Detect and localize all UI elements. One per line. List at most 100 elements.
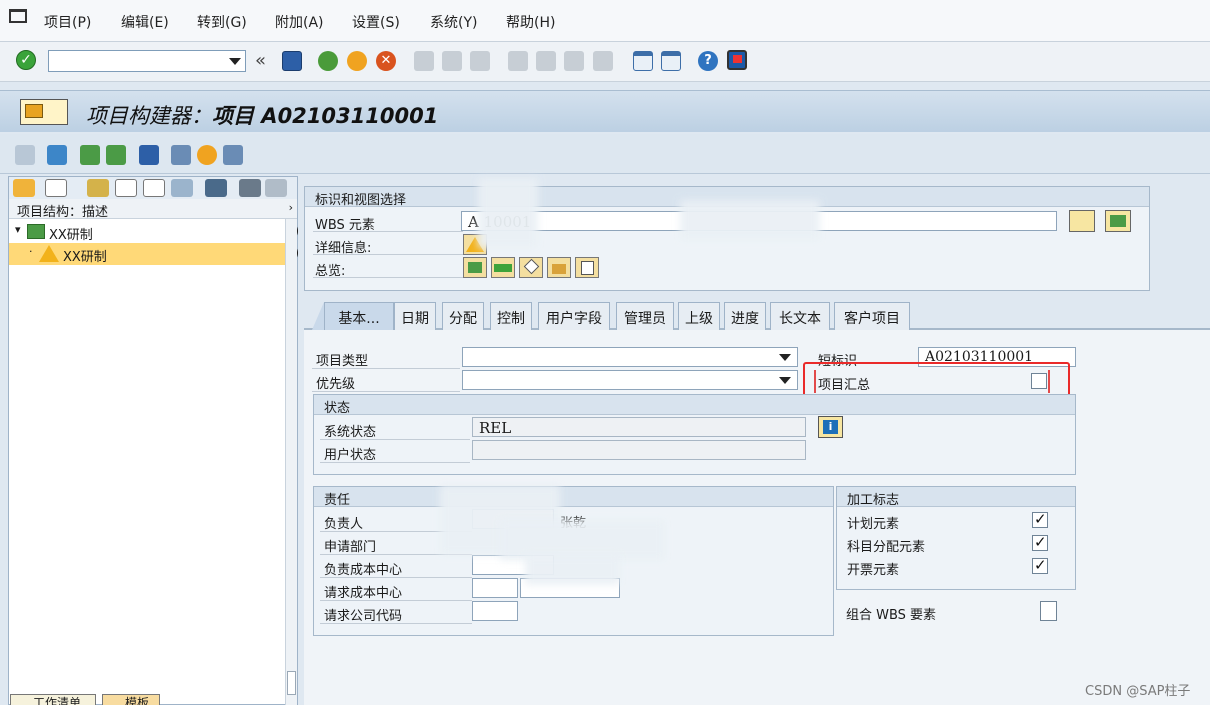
hierarchy-icon[interactable] (80, 145, 100, 165)
glasses-toggle-icon[interactable] (15, 145, 35, 165)
watermark: CSDN @SAP柱子 (1085, 684, 1191, 699)
overview-label: 总览: (315, 264, 346, 279)
tab-long-text[interactable]: 长文本 (770, 302, 830, 330)
status-info-icon[interactable]: i (818, 416, 843, 438)
billing-element-checkbox[interactable] (1032, 556, 1048, 574)
menu-system[interactable]: 系统(Y) (430, 12, 477, 32)
company-code-field[interactable] (472, 601, 518, 621)
help-icon[interactable]: ? (698, 51, 718, 71)
edit-wbs-icon[interactable] (1069, 210, 1095, 232)
priority-select[interactable] (462, 370, 798, 390)
tab-template[interactable]: 模板 (102, 694, 160, 705)
account-assignment-checkbox[interactable] (1032, 533, 1048, 551)
menu-extras[interactable]: 附加(A) (275, 12, 324, 32)
chevron-down-icon[interactable] (229, 58, 241, 65)
next-page-icon[interactable] (564, 51, 584, 71)
project-type-select[interactable] (462, 347, 798, 367)
overview-activity-icon[interactable] (547, 257, 571, 278)
wbs-element-icon (39, 245, 59, 262)
new-session-icon[interactable] (633, 51, 653, 71)
overview-hierarchy-icon[interactable] (463, 257, 487, 278)
cut-icon[interactable] (87, 179, 109, 197)
planning-element-checkbox[interactable] (1032, 510, 1048, 528)
tab-administration[interactable]: 管理员 (616, 302, 674, 330)
account-assignment-label: 科目分配元素 (847, 540, 926, 555)
tab-worklist[interactable]: 工作清单 (10, 694, 96, 705)
tab-superior[interactable]: 上级 (678, 302, 720, 330)
tree-row-wbs[interactable]: · XX研制 A( (9, 243, 301, 265)
tab-dates[interactable]: 日期 (394, 302, 436, 330)
find-next-icon[interactable] (470, 51, 490, 71)
cancel-icon[interactable]: ✕ (376, 51, 396, 71)
tab-basic[interactable]: 基本... (324, 302, 394, 330)
structure-icon[interactable] (106, 145, 126, 165)
menu-goto[interactable]: 转到(G) (197, 12, 247, 32)
paste-icon[interactable] (143, 179, 165, 197)
tab-strip-slant (312, 302, 324, 330)
overview-milestone-icon[interactable] (519, 257, 543, 278)
network-icon[interactable] (139, 145, 159, 165)
command-field[interactable] (48, 50, 246, 72)
menu-edit[interactable]: 编辑(E) (121, 12, 169, 32)
open-folder-icon[interactable] (13, 179, 35, 197)
wbs-label: WBS 元素 (315, 218, 375, 233)
processing-group-title: 加工标志 (837, 487, 1075, 508)
layout-menu-icon[interactable] (727, 50, 747, 70)
enter-check-icon[interactable]: ✓ (16, 50, 36, 70)
find-icon[interactable] (442, 51, 462, 71)
trash-icon[interactable] (205, 179, 227, 197)
req-cost-center-field[interactable] (472, 578, 518, 598)
system-status-label: 系统状态 (324, 425, 377, 440)
previous-page-icon[interactable] (536, 51, 556, 71)
undo-icon[interactable] (171, 179, 193, 197)
grouping-wbs-checkbox[interactable] (1040, 601, 1057, 621)
tree-scrollbar[interactable] (285, 219, 297, 705)
save-icon[interactable] (282, 51, 302, 71)
responsibility-group-title: 责任 (314, 487, 833, 508)
project-type-label: 项目类型 (316, 354, 369, 369)
tab-customer-project[interactable]: 客户项目 (834, 302, 910, 330)
company-code-label: 请求公司代码 (324, 609, 403, 624)
chevron-down-icon[interactable] (779, 354, 791, 361)
overview-document-icon[interactable] (575, 257, 599, 278)
where-used-icon[interactable] (47, 145, 67, 165)
last-page-icon[interactable] (593, 51, 613, 71)
tab-user-fields[interactable]: 用户字段 (538, 302, 610, 330)
shortcut-icon[interactable] (661, 51, 681, 71)
tab-assignments[interactable]: 分配 (442, 302, 484, 330)
tab-progress[interactable]: 进度 (724, 302, 766, 330)
display-change-icon[interactable] (20, 99, 68, 125)
processing-group: 加工标志 计划元素 科目分配元素 开票元素 (836, 486, 1076, 590)
tree-column-header: 项目结构：描述 › (9, 199, 297, 220)
privacy-blur (525, 555, 620, 585)
first-page-icon[interactable] (508, 51, 528, 71)
edit-document-icon[interactable] (171, 145, 191, 165)
window-menu-icon[interactable] (9, 9, 27, 23)
recurring-icon[interactable] (197, 145, 217, 165)
exit-icon[interactable] (347, 51, 367, 71)
system-toolbar: ✓ « ✕ ? (0, 42, 1210, 82)
print-icon[interactable] (414, 51, 434, 71)
status-group: 状态 系统状态 REL i 用户状态 (313, 394, 1076, 475)
req-cost-center-label: 请求成本中心 (324, 586, 403, 601)
copy-icon[interactable] (115, 179, 137, 197)
menu-help[interactable]: 帮助(H) (506, 12, 555, 32)
menu-project[interactable]: 项目(P) (44, 12, 91, 32)
wbs-graphic-icon[interactable] (1105, 210, 1131, 232)
new-document-icon[interactable] (45, 179, 67, 197)
back-icon[interactable] (318, 51, 338, 71)
tree-row-project[interactable]: ▾ XX研制 A( (9, 221, 301, 243)
overview-bar-icon[interactable] (491, 257, 515, 278)
collapse-command-icon[interactable]: « (255, 50, 266, 71)
chevron-right-icon[interactable]: › (289, 201, 293, 214)
tab-control[interactable]: 控制 (490, 302, 532, 330)
chevron-down-icon[interactable] (779, 377, 791, 384)
tree-row-label: XX研制 (49, 228, 93, 243)
search-next-icon[interactable] (265, 179, 287, 197)
planning-element-label: 计划元素 (847, 517, 900, 532)
privacy-blur (478, 178, 538, 248)
menu-settings[interactable]: 设置(S) (352, 12, 400, 32)
tree-expand-icon[interactable]: ▾ (15, 223, 21, 236)
search-icon[interactable] (239, 179, 261, 197)
graphic-icon[interactable] (223, 145, 243, 165)
